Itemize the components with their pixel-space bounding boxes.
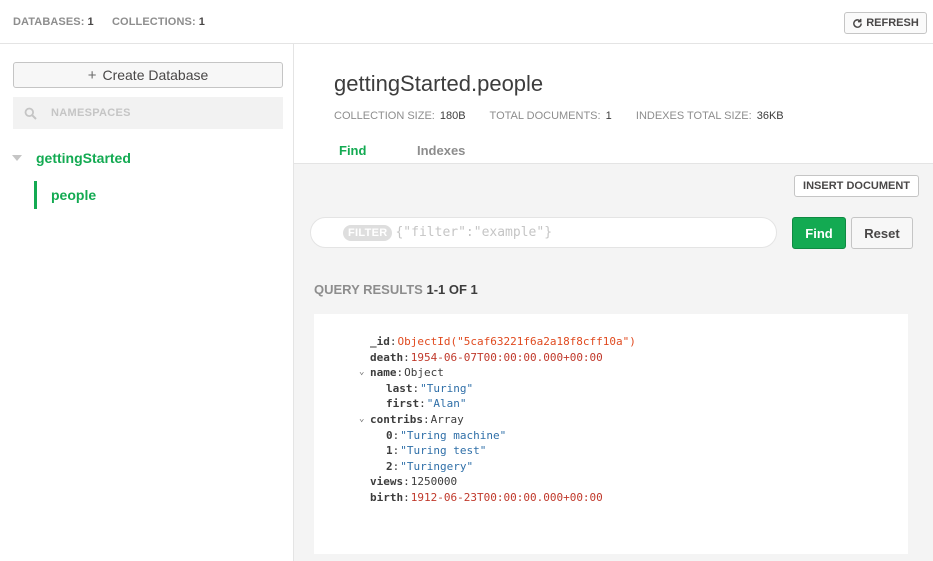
field-key: views: [370, 475, 404, 489]
sidebar: + Create Database gettingStarted people: [0, 44, 294, 561]
field-type: Object: [404, 366, 444, 380]
field-value: "Turing": [420, 381, 474, 395]
collection-title: gettingStarted.people: [334, 71, 544, 96]
databases-label: DATABASES:: [13, 16, 85, 28]
create-database-button[interactable]: + Create Database: [13, 62, 283, 88]
field-key: birth: [370, 490, 404, 504]
field-key: name: [370, 366, 397, 380]
filter-badge: FILTER: [343, 224, 393, 241]
collection-name: people: [51, 187, 97, 203]
tab-find[interactable]: Find: [339, 143, 366, 158]
collection-stats: COLLECTION SIZE: 180B TOTAL DOCUMENTS: 1…: [334, 110, 784, 122]
tab-indexes[interactable]: Indexes: [417, 143, 465, 158]
namespace-search-input[interactable]: [51, 107, 251, 119]
create-database-label: Create Database: [102, 67, 209, 83]
field-key: 0: [386, 428, 393, 442]
chevron-down-icon[interactable]: ⌄: [359, 365, 370, 381]
query-results-title: QUERY RESULTS: [314, 282, 423, 297]
document-view: _id: ObjectId("5caf63221f6a2a18f8cff10a"…: [359, 334, 636, 506]
field-value: ObjectId("5caf63221f6a2a18f8cff10a"): [397, 335, 636, 348]
field-value: "Turing machine": [400, 428, 507, 442]
field-key: 2: [386, 459, 393, 473]
query-results-label: QUERY RESULTS 1-1 OF 1: [314, 282, 478, 297]
field-birth: birth: 1912-06-23T00:00:00.000+00:00: [370, 490, 603, 504]
database-name: gettingStarted: [36, 150, 131, 166]
instance-stats: DATABASES: 1 COLLECTIONS: 1: [13, 16, 205, 28]
field-value: 1954-06-07T00:00:00.000+00:00: [410, 350, 603, 364]
refresh-button[interactable]: REFRESH: [844, 12, 927, 34]
field-key: death: [370, 350, 404, 364]
query-results-count: 1-1 OF 1: [426, 282, 478, 297]
collection-size-label: COLLECTION SIZE:: [334, 110, 435, 122]
refresh-icon: [853, 18, 863, 28]
filter-input[interactable]: [395, 225, 696, 240]
total-documents-value: 1: [605, 110, 612, 122]
refresh-label: REFRESH: [866, 17, 919, 29]
field-type: Array: [430, 412, 464, 426]
search-icon: [24, 107, 37, 120]
top-bar: DATABASES: 1 COLLECTIONS: 1 REFRESH: [0, 0, 933, 44]
field-contribs-2: 2: "Turingery": [386, 459, 474, 473]
collection-header: gettingStarted.people COLLECTION SIZE: 1…: [294, 44, 933, 164]
total-documents-label: TOTAL DOCUMENTS:: [489, 110, 601, 122]
field-last: last: "Turing": [386, 381, 474, 395]
field-name: ⌄ name: Object: [359, 366, 444, 380]
chevron-down-icon[interactable]: ⌄: [359, 412, 370, 428]
field-key: contribs: [370, 412, 423, 426]
field-first: first: "Alan": [386, 397, 467, 411]
field-key: last: [386, 381, 413, 395]
field-value: 1912-06-23T00:00:00.000+00:00: [410, 490, 603, 504]
reset-button[interactable]: Reset: [851, 217, 913, 249]
databases-count: 1: [87, 16, 94, 28]
field-value: "Alan": [426, 397, 467, 411]
filter-bar: FILTER: [310, 217, 777, 248]
field-value: 1250000: [410, 475, 458, 489]
indexes-size-label: INDEXES TOTAL SIZE:: [635, 110, 752, 122]
field-contribs-0: 0: "Turing machine": [386, 428, 507, 442]
field-key: 1: [386, 444, 393, 458]
field-value: "Turingery": [400, 459, 474, 473]
collections-count: 1: [198, 16, 205, 28]
namespace-search: [13, 97, 283, 129]
field-key: first: [386, 397, 420, 411]
find-button[interactable]: Find: [792, 217, 846, 249]
caret-down-icon[interactable]: [12, 155, 22, 161]
find-view: INSERT DOCUMENT FILTER Find Reset QUERY …: [294, 164, 933, 561]
collection-size-value: 180B: [439, 110, 466, 122]
field-contribs-1: 1: "Turing test": [386, 444, 487, 458]
collections-label: COLLECTIONS:: [112, 16, 196, 28]
plus-icon: +: [87, 66, 97, 84]
indexes-size-value: 36KB: [756, 110, 784, 122]
insert-document-button[interactable]: INSERT DOCUMENT: [794, 175, 919, 197]
document-card: _id: ObjectId("5caf63221f6a2a18f8cff10a"…: [314, 314, 908, 554]
field-id: _id: ObjectId("5caf63221f6a2a18f8cff10a"…: [370, 335, 636, 348]
field-value: "Turing test": [400, 444, 487, 458]
sidebar-collection-item[interactable]: people: [34, 181, 96, 209]
field-views: views: 1250000: [370, 475, 458, 489]
field-contribs: ⌄ contribs: Array: [359, 412, 464, 426]
field-key: _id: [370, 335, 390, 348]
sidebar-database-item[interactable]: gettingStarted: [12, 150, 131, 166]
main-panel: gettingStarted.people COLLECTION SIZE: 1…: [294, 44, 933, 561]
field-death: death: 1954-06-07T00:00:00.000+00:00: [370, 350, 603, 364]
